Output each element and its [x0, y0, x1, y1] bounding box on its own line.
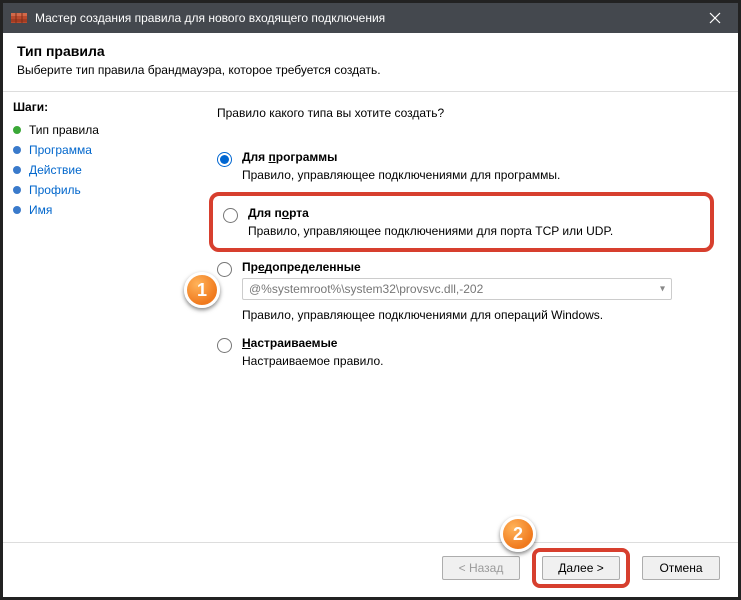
page-subtitle: Выберите тип правила брандмауэра, которо… [17, 63, 724, 77]
step-label: Профиль [29, 183, 81, 197]
option-predefined-desc: Правило, управляющее подключениями для о… [242, 308, 682, 322]
bullet-icon [13, 146, 21, 154]
bullet-icon [13, 126, 21, 134]
step-profile[interactable]: Профиль [13, 180, 193, 200]
radio-program[interactable] [217, 152, 232, 167]
predefined-select-value: @%systemroot%\system32\provsvc.dll,-202 [249, 282, 483, 296]
highlight-next: Далее > [532, 548, 630, 588]
close-button[interactable] [692, 3, 738, 33]
step-label: Программа [29, 143, 92, 157]
question-text: Правило какого типа вы хотите создать? [217, 106, 714, 120]
option-program[interactable]: Для программы Правило, управляющее подкл… [213, 146, 714, 186]
step-name[interactable]: Имя [13, 200, 193, 220]
firewall-icon [11, 10, 27, 26]
bullet-icon [13, 166, 21, 174]
option-custom-label: Настраиваемые [242, 336, 383, 350]
titlebar: Мастер создания правила для нового входя… [3, 3, 738, 33]
back-button[interactable]: < Назад [442, 556, 520, 580]
option-port[interactable]: Для порта Правило, управляющее подключен… [219, 202, 704, 242]
radio-custom[interactable] [217, 338, 232, 353]
step-action[interactable]: Действие [13, 160, 193, 180]
option-predefined-label: Предопределенные [242, 260, 682, 274]
step-program[interactable]: Программа [13, 140, 193, 160]
predefined-select[interactable]: @%systemroot%\system32\provsvc.dll,-202 … [242, 278, 672, 300]
bullet-icon [13, 186, 21, 194]
annotation-callout-2: 2 [500, 516, 536, 552]
steps-title: Шаги: [13, 100, 193, 114]
steps-panel: Шаги: Тип правила Программа Действие Про… [3, 92, 203, 542]
option-program-label: Для программы [242, 150, 560, 164]
step-rule-type[interactable]: Тип правила [13, 120, 193, 140]
annotation-callout-1: 1 [184, 272, 220, 308]
cancel-button[interactable]: Отмена [642, 556, 720, 580]
wizard-footer: < Назад Далее > Отмена [3, 542, 738, 592]
bullet-icon [13, 206, 21, 214]
wizard-body: Шаги: Тип правила Программа Действие Про… [3, 92, 738, 542]
option-custom[interactable]: Настраиваемые Настраиваемое правило. [213, 332, 714, 372]
option-custom-desc: Настраиваемое правило. [242, 354, 383, 368]
main-panel: Правило какого типа вы хотите создать? Д… [203, 92, 738, 542]
radio-port[interactable] [223, 208, 238, 223]
step-label: Действие [29, 163, 82, 177]
highlight-port: Для порта Правило, управляющее подключен… [209, 192, 714, 252]
page-title: Тип правила [17, 43, 724, 59]
wizard-header: Тип правила Выберите тип правила брандма… [3, 33, 738, 85]
chevron-down-icon: ▾ [660, 284, 665, 295]
option-program-desc: Правило, управляющее подключениями для п… [242, 168, 560, 182]
close-icon [709, 12, 721, 24]
next-button[interactable]: Далее > [542, 556, 620, 580]
option-port-label: Для порта [248, 206, 613, 220]
window-title: Мастер создания правила для нового входя… [35, 11, 692, 25]
radio-predefined[interactable] [217, 262, 232, 277]
option-predefined[interactable]: Предопределенные @%systemroot%\system32\… [213, 256, 714, 326]
step-label: Имя [29, 203, 52, 217]
option-port-desc: Правило, управляющее подключениями для п… [248, 224, 613, 238]
step-label: Тип правила [29, 123, 99, 137]
